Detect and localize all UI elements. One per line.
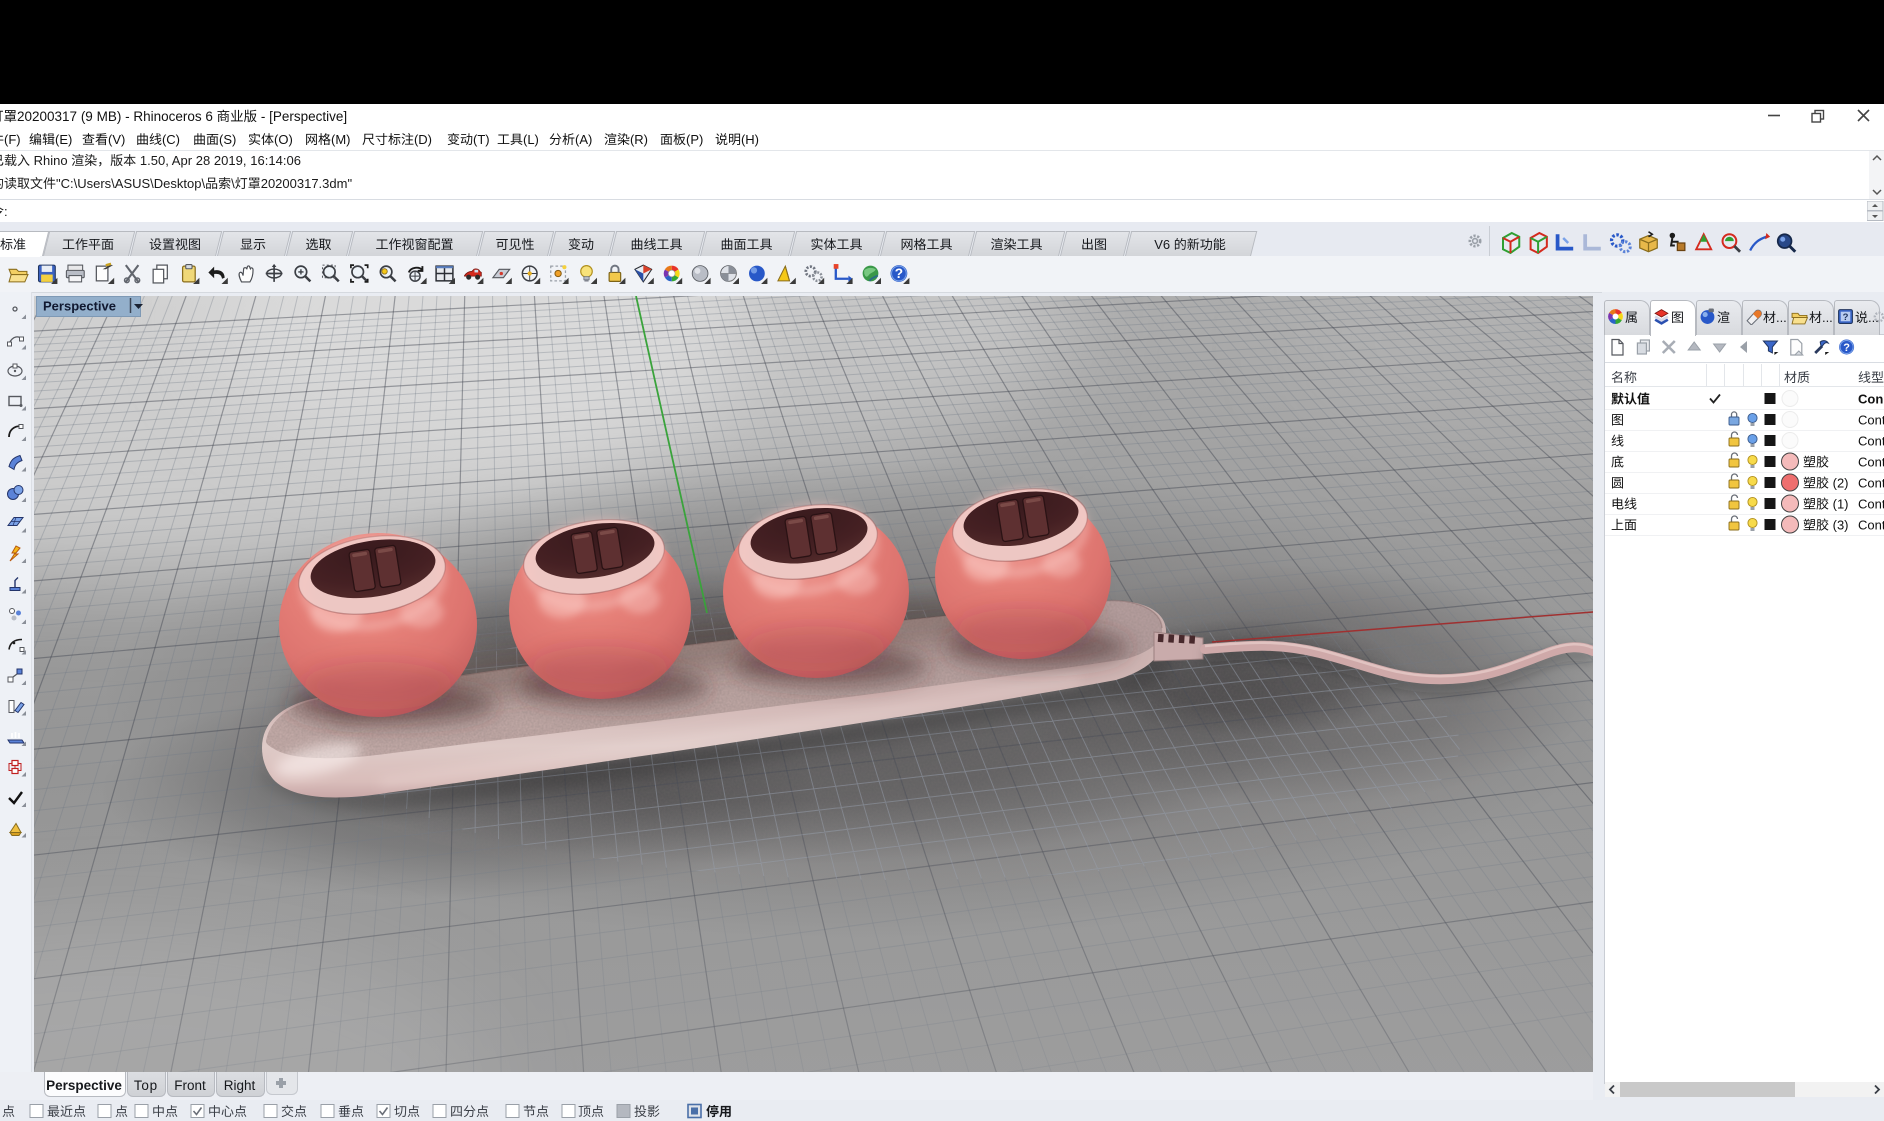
svg-text:?: ? (895, 266, 903, 281)
svg-text:Perspective: Perspective (43, 299, 116, 314)
